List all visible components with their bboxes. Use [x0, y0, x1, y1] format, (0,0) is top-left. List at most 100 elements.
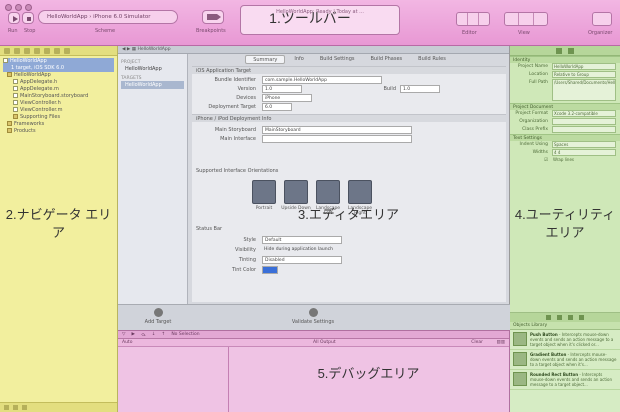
library-selector[interactable]: Objects Library: [510, 322, 620, 330]
clear-button[interactable]: Clear: [471, 340, 483, 345]
version-field[interactable]: 1.0: [262, 85, 302, 93]
tint-color-well[interactable]: [262, 266, 278, 274]
visibility-checkbox[interactable]: Hide during application launch: [262, 246, 352, 254]
step-out-icon[interactable]: ↑: [162, 332, 166, 337]
location-label: Location: [528, 72, 548, 77]
orientation-landscape-right-button[interactable]: [348, 180, 372, 204]
tab-info[interactable]: Info: [287, 55, 310, 64]
quick-help-icon[interactable]: [568, 48, 574, 54]
orientation-landscape-left-button[interactable]: [316, 180, 340, 204]
breakpoint-navigator-icon[interactable]: [54, 48, 60, 54]
library-item-text: Rounded Rect Button - Intercepts mouse-d…: [530, 372, 613, 387]
navigator-tree-item[interactable]: AppDelegate.m: [3, 86, 114, 93]
debug-navigator-icon[interactable]: [44, 48, 50, 54]
navigator-tree-item[interactable]: ViewController.h: [3, 100, 114, 107]
tinting-select[interactable]: Disabled: [262, 256, 342, 264]
indent-using-select[interactable]: Spaces: [552, 141, 616, 148]
tab-build-phases[interactable]: Build Phases: [363, 55, 409, 64]
project-root-item[interactable]: HelloWorldApp: [3, 58, 114, 65]
project-list-item[interactable]: HelloWorldApp: [121, 65, 184, 73]
full-path-value: /Users/Shared/Documents/HelloWorldApp.xc…: [552, 79, 616, 101]
build-field[interactable]: 1.0: [400, 85, 440, 93]
project-name-label: Project Name: [517, 64, 548, 69]
navigator-tree-item[interactable]: MainStoryboard.storyboard: [3, 93, 114, 100]
add-icon[interactable]: [4, 405, 9, 410]
orientations-label: Supported Interface Orientations: [196, 168, 279, 174]
tree-item-label: AppDelegate.m: [20, 86, 59, 92]
class-prefix-label: Class Prefix: [522, 127, 548, 132]
library-pane: Objects Library Push Button - Intercepts…: [510, 312, 620, 412]
code-snippet-icon[interactable]: [557, 315, 562, 320]
bundle-identifier-label: Bundle Identifier: [214, 77, 256, 83]
tab-summary[interactable]: Summary: [245, 55, 286, 64]
project-document-header: Project Document: [510, 103, 620, 110]
tree-item-label: ViewController.m: [20, 107, 63, 113]
filter-icon[interactable]: [13, 405, 18, 410]
continue-icon[interactable]: ▶: [131, 332, 134, 337]
orientation-upside-down-button[interactable]: [284, 180, 308, 204]
file-template-icon[interactable]: [546, 315, 551, 320]
file-inspector-icon[interactable]: [556, 48, 562, 54]
devices-label: Devices: [236, 95, 256, 101]
editor-mode-selector[interactable]: [456, 12, 490, 26]
target-list-item[interactable]: HelloWorldApp: [121, 81, 184, 89]
orientation-portrait-button[interactable]: [252, 180, 276, 204]
bundle-identifier-field[interactable]: com.sample.HelloWorldApp: [262, 76, 382, 84]
widths-field[interactable]: 4 4: [552, 149, 616, 156]
devices-select[interactable]: iPhone: [262, 94, 312, 102]
organizer-button[interactable]: [592, 12, 612, 26]
project-tree: HelloWorldApp 1 target, iOS SDK 6.0 Hell…: [0, 56, 117, 137]
symbol-navigator-icon[interactable]: [14, 48, 20, 54]
file-icon: [13, 79, 18, 84]
main-interface-select[interactable]: [262, 135, 412, 143]
validate-settings-button[interactable]: Validate Settings: [283, 308, 343, 325]
library-item-text: Push Button - Intercepts mouse-down even…: [530, 332, 614, 347]
folder-icon: [13, 114, 18, 119]
run-label: Run: [8, 28, 18, 34]
view-selector[interactable]: [504, 12, 548, 26]
add-target-button[interactable]: Add Target: [128, 308, 188, 325]
selection-text: No Selection: [171, 332, 200, 337]
layout-icon[interactable]: ▥▥: [496, 340, 505, 345]
navigator-tree-item[interactable]: AppDelegate.h: [3, 79, 114, 86]
recent-icon[interactable]: [22, 405, 27, 410]
tab-build-settings[interactable]: Build Settings: [313, 55, 362, 64]
jump-bar[interactable]: ◀ ▶ ▦ HelloWorldApp: [118, 46, 509, 54]
navigator-tree-item[interactable]: ViewController.m: [3, 107, 114, 114]
library-item[interactable]: Push Button - Intercepts mouse-down even…: [510, 330, 620, 350]
project-format-select[interactable]: Xcode 3.2-compatible: [552, 110, 616, 117]
step-in-icon[interactable]: ↓: [152, 332, 156, 337]
utility-area: Identity Project Name HelloWorldApp Locat…: [510, 46, 620, 412]
main-storyboard-select[interactable]: MainStoryboard: [262, 126, 412, 134]
deployment-target-select[interactable]: 6.0: [262, 103, 292, 111]
scope-select[interactable]: Auto: [122, 340, 132, 345]
organization-field[interactable]: [552, 118, 616, 125]
project-name-field[interactable]: HelloWorldApp: [552, 63, 616, 70]
library-item[interactable]: Gradient Button - Intercepts mouse-down …: [510, 350, 620, 370]
main-storyboard-label: Main Storyboard: [214, 127, 256, 133]
status-bar-label: Status Bar: [196, 226, 223, 232]
style-label: Style: [243, 237, 256, 243]
location-select[interactable]: Relative to Group: [552, 71, 616, 78]
navigator-tree-item[interactable]: Frameworks: [3, 121, 114, 128]
navigator-tree-item[interactable]: Products: [3, 128, 114, 135]
library-item[interactable]: Rounded Rect Button - Intercepts mouse-d…: [510, 370, 620, 390]
media-library-icon[interactable]: [579, 315, 584, 320]
search-navigator-icon[interactable]: [24, 48, 30, 54]
log-navigator-icon[interactable]: [64, 48, 70, 54]
text-settings-header: Text Settings: [510, 134, 620, 141]
navigator-tree-item[interactable]: Supporting Files: [3, 114, 114, 121]
tree-item-label: MainStoryboard.storyboard: [20, 93, 89, 99]
tab-build-rules[interactable]: Build Rules: [411, 55, 453, 64]
validate-icon: [308, 308, 318, 317]
class-prefix-field[interactable]: [552, 126, 616, 133]
project-navigator-icon[interactable]: [4, 48, 10, 54]
issue-navigator-icon[interactable]: [34, 48, 40, 54]
hide-debug-icon[interactable]: ▽: [122, 332, 125, 337]
output-select[interactable]: All Output: [313, 340, 336, 345]
style-select[interactable]: Default: [262, 236, 342, 244]
object-library-icon[interactable]: [568, 315, 573, 320]
navigator-tree-item[interactable]: HelloWorldApp: [3, 72, 114, 79]
step-over-icon[interactable]: ⤼: [141, 332, 146, 338]
wrap-lines-checkbox-icon[interactable]: ☑: [512, 158, 548, 163]
